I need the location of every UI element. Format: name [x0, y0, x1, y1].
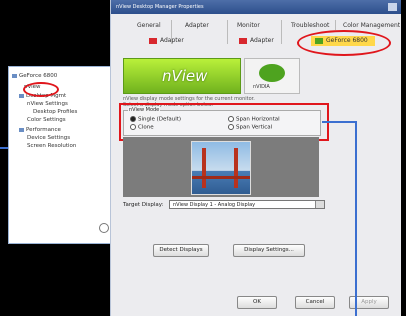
bridge-tower [202, 148, 206, 188]
dialog-title: nView Desktop Manager Properties [116, 4, 204, 10]
tree-item-device-settings[interactable]: Device Settings [27, 135, 70, 141]
tab-separator [281, 20, 282, 44]
preview-area [123, 137, 319, 197]
detect-displays-button[interactable]: Detect Displays [153, 244, 209, 257]
chevron-down-icon[interactable] [315, 201, 324, 208]
bridge-tower [234, 148, 238, 188]
nvidia-caption: nVIDIA [253, 84, 270, 90]
target-display-value: nView Display 1 - Analog Display [173, 202, 256, 208]
nvidia-icon [239, 37, 247, 44]
cancel-button[interactable]: Cancel [295, 296, 335, 309]
dialog-titlebar: nView Desktop Manager Properties [111, 0, 401, 14]
tab-monitor[interactable]: Monitor [237, 22, 260, 29]
tree-item-screen-resolution[interactable]: Screen Resolution [27, 143, 76, 149]
tab-adapter[interactable]: Adapter [185, 22, 209, 29]
bridge-deck [192, 176, 250, 179]
pointer-line [322, 121, 357, 123]
target-display-select[interactable]: nView Display 1 - Analog Display [169, 200, 325, 209]
folder-icon [19, 93, 24, 98]
monitor-icon [12, 73, 17, 78]
tree-item-nview-settings[interactable]: nView Settings [27, 101, 68, 107]
nview-logo: nView [162, 67, 208, 85]
tab-general[interactable]: General [137, 22, 161, 29]
nvidia-icon [149, 37, 157, 44]
nvidia-eye-icon [259, 64, 285, 82]
tree-highlight-circle [23, 82, 59, 97]
tab-separator [227, 20, 228, 44]
ok-button[interactable]: OK [237, 296, 277, 309]
tab-adapter-3[interactable]: Adapter [239, 37, 274, 44]
refresh-icon[interactable] [99, 223, 109, 233]
folder-icon [19, 127, 24, 132]
nview-banner: nView [123, 58, 241, 94]
nvidia-banner: nVIDIA [244, 58, 300, 94]
tree-item-desktop-profiles[interactable]: Desktop Profiles [33, 109, 77, 115]
tree-item-performance[interactable]: Performance [19, 127, 61, 133]
bridge-preview-image [191, 141, 251, 195]
tree-root[interactable]: GeForce 6800 [12, 73, 57, 79]
close-icon[interactable] [388, 3, 397, 11]
tab-adapter-2[interactable]: Adapter [149, 37, 184, 44]
pointer-line [355, 121, 357, 316]
target-display-label: Target Display: [123, 202, 164, 208]
tree-panel: GeForce 6800 nView Desktop Mgmt nView Se… [8, 66, 120, 244]
options-highlight-box [119, 103, 329, 141]
tree-pointer-line [0, 147, 8, 149]
tab-troubleshoot[interactable]: Troubleshoot [291, 22, 329, 29]
tab-color-management[interactable]: Color Management [343, 22, 400, 29]
properties-dialog: nView Desktop Manager Properties General… [110, 0, 401, 316]
tree-item-color-settings[interactable]: Color Settings [27, 117, 66, 123]
tab-highlight-circle [297, 30, 391, 56]
tab-separator [335, 20, 336, 30]
display-settings-button[interactable]: Display Settings... [233, 244, 305, 257]
